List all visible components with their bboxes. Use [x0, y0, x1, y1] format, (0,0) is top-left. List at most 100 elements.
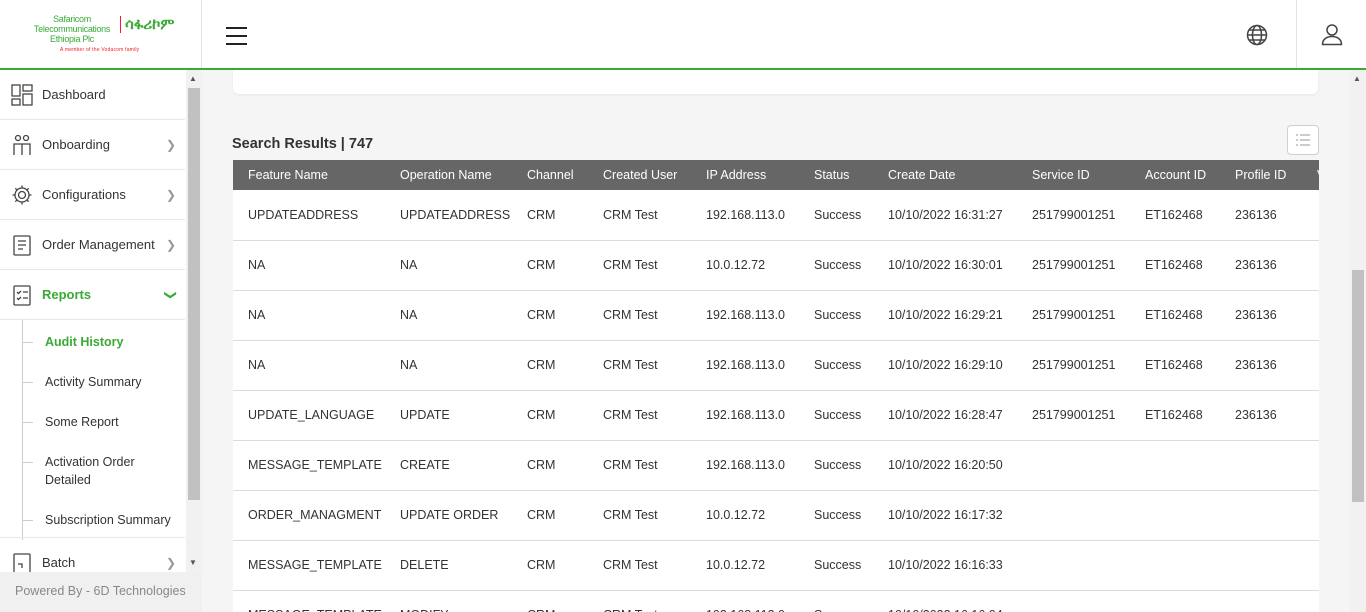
- table-row[interactable]: NA NA CRM CRM Test 192.168.113.0 Success 10/10…: [233, 340, 1319, 390]
- scroll-up-arrow-icon[interactable]: ▲: [1353, 74, 1361, 83]
- table-cell: Success: [814, 558, 862, 572]
- table-cell: DELETE: [400, 558, 449, 572]
- table-cell: 10/10/2022 16:16:04: [873, 590, 1017, 612]
- table-cell: 192.168.113.0: [706, 358, 786, 372]
- list-icon: [1296, 134, 1310, 146]
- table-cell: NA: [248, 258, 266, 272]
- table-cell: 10/10/2022 16:16:33: [888, 558, 1003, 572]
- sidebar-subitem-subscription-summary[interactable]: Subscription Summary: [23, 511, 171, 529]
- column-header[interactable]: Status: [799, 160, 873, 190]
- table-cell: CRM: [527, 207, 556, 222]
- column-header[interactable]: Account ID: [1130, 160, 1220, 190]
- table-row[interactable]: NA NA CRM CRM Test 10.0.12.72 Success 10/10/20…: [233, 240, 1319, 290]
- user-icon[interactable]: [1320, 22, 1344, 46]
- table-cell: 251799001251: [1032, 408, 1116, 422]
- sidebar-item-onboarding[interactable]: Onboarding ❯: [0, 120, 185, 170]
- table-cell: 236136: [1235, 408, 1277, 422]
- column-header[interactable]: Channel: [512, 160, 588, 190]
- table-cell: ET162468: [1145, 308, 1203, 322]
- column-header[interactable]: Operation Name: [385, 160, 512, 190]
- reports-icon: [13, 284, 31, 306]
- chevron-right-icon: ❯: [166, 137, 177, 152]
- sidebar-item-dashboard[interactable]: Dashboard: [0, 70, 185, 120]
- table-row[interactable]: ORDER_MANAGMENT UPDATE ORDER CRM CRM Test 10…: [233, 490, 1319, 540]
- table-cell: [1302, 490, 1319, 540]
- table-row[interactable]: NA NA CRM CRM Test 192.168.113.0 Success 10/10…: [233, 290, 1319, 340]
- table-cell: [1017, 540, 1130, 590]
- column-list-button[interactable]: [1287, 125, 1319, 155]
- table-cell: [1220, 590, 1302, 612]
- column-header[interactable]: V: [1302, 160, 1319, 190]
- table-cell: CRM: [512, 590, 588, 612]
- column-header[interactable]: Created User: [588, 160, 691, 190]
- table-cell: [1130, 440, 1220, 490]
- sidebar-item-reports[interactable]: Reports ❯: [0, 270, 185, 320]
- table-row[interactable]: UPDATE_LANGUAGE UPDATE CRM CRM Test 192.168.…: [233, 390, 1319, 440]
- sidebar-subitem-activity-summary[interactable]: Activity Summary: [23, 373, 142, 391]
- menu-toggle-icon[interactable]: [226, 27, 248, 45]
- table-cell: [1130, 490, 1220, 540]
- sidebar-subitem-some-report[interactable]: Some Report: [23, 413, 119, 431]
- table-cell: [1017, 490, 1130, 540]
- table-cell: CRM: [527, 408, 556, 422]
- chevron-down-icon: ❯: [164, 289, 179, 300]
- table-cell: 251799001251: [1032, 207, 1116, 222]
- table-cell: 10.0.12.72: [706, 508, 766, 522]
- table-cell: MESSAGE_TEMPLATE: [233, 590, 385, 612]
- table-cell: [1302, 290, 1319, 340]
- table-cell: CRM Test: [603, 458, 658, 472]
- table-cell: 236136: [1235, 308, 1277, 322]
- sidebar-item-label: Batch: [42, 555, 76, 570]
- table-cell: [1017, 440, 1130, 490]
- table-cell: [1017, 590, 1130, 612]
- table-row[interactable]: UPDATEADDRESS UPDATEADDRESS CRM CRM Test 192…: [233, 190, 1319, 240]
- table-cell: [1220, 490, 1302, 540]
- sidebar-item-configurations[interactable]: Configurations ❯: [0, 170, 185, 220]
- scroll-up-arrow-icon[interactable]: ▲: [189, 74, 197, 83]
- table-cell: ET162468: [1145, 207, 1203, 222]
- table-cell: Success: [799, 590, 873, 612]
- table-row[interactable]: MESSAGE_TEMPLATE DELETE CRM CRM Test 10.0.12…: [233, 540, 1319, 590]
- column-header[interactable]: Profile ID: [1220, 160, 1302, 190]
- table-cell: UPDATE_LANGUAGE: [248, 408, 375, 422]
- table-cell: CRM: [527, 308, 556, 322]
- table-row[interactable]: MESSAGE_TEMPLATEMODIFYCRMCRM Test192.168…: [233, 590, 1319, 612]
- column-header[interactable]: Create Date: [873, 160, 1017, 190]
- globe-icon[interactable]: [1246, 24, 1268, 46]
- sidebar-scrollbar-thumb[interactable]: [188, 88, 200, 500]
- sidebar-subitem-audit-history[interactable]: Audit History: [22, 333, 123, 351]
- chevron-right-icon: ❯: [166, 555, 177, 570]
- table-cell: ORDER_MANAGMENT: [248, 508, 382, 522]
- sidebar-item-order-management[interactable]: Order Management ❯: [0, 220, 185, 270]
- powered-by-footer: Powered By - 6D Technologies: [0, 572, 202, 612]
- table-cell: 192.168.113.0: [706, 308, 786, 322]
- column-header[interactable]: Feature Name: [233, 160, 385, 190]
- table-cell: 10/10/2022 16:28:47: [888, 408, 1003, 422]
- sidebar-item-batch[interactable]: Batch ❯: [0, 537, 185, 572]
- table-cell: CRM: [527, 358, 556, 372]
- table-cell: CRM Test: [603, 358, 658, 372]
- table-cell: [1302, 590, 1319, 612]
- table-cell: MESSAGE_TEMPLATE: [248, 558, 382, 572]
- search-form-card: [233, 70, 1318, 94]
- chevron-right-icon: ❯: [166, 237, 177, 252]
- main-scrollbar-thumb[interactable]: [1352, 270, 1364, 502]
- sidebar-item-label: Configurations: [42, 187, 126, 202]
- table-cell: [1220, 540, 1302, 590]
- column-header[interactable]: IP Address: [691, 160, 799, 190]
- sidebar-subitem-activation-order-detailed[interactable]: Activation Order Detailed: [23, 453, 155, 489]
- column-header[interactable]: Service ID: [1017, 160, 1130, 190]
- batch-icon: [13, 552, 31, 572]
- header-divider: [1296, 0, 1297, 68]
- scroll-down-arrow-icon[interactable]: ▼: [189, 558, 197, 567]
- sidebar-item-label: Dashboard: [42, 87, 106, 102]
- table-cell: 192.168.113.0: [706, 207, 786, 222]
- table-cell: Success: [814, 308, 862, 322]
- logo-amharic: ሳፋሪኮም: [120, 16, 174, 33]
- table-cell: [1130, 590, 1220, 612]
- table-cell: NA: [400, 308, 418, 322]
- table-cell: Success: [814, 358, 862, 372]
- table-row[interactable]: MESSAGE_TEMPLATE CREATE CRM CRM Test 192.168…: [233, 440, 1319, 490]
- logo[interactable]: Safaricom Telecommunications Ethiopia Pl…: [0, 0, 202, 68]
- sidebar-item-label: Onboarding: [42, 137, 110, 152]
